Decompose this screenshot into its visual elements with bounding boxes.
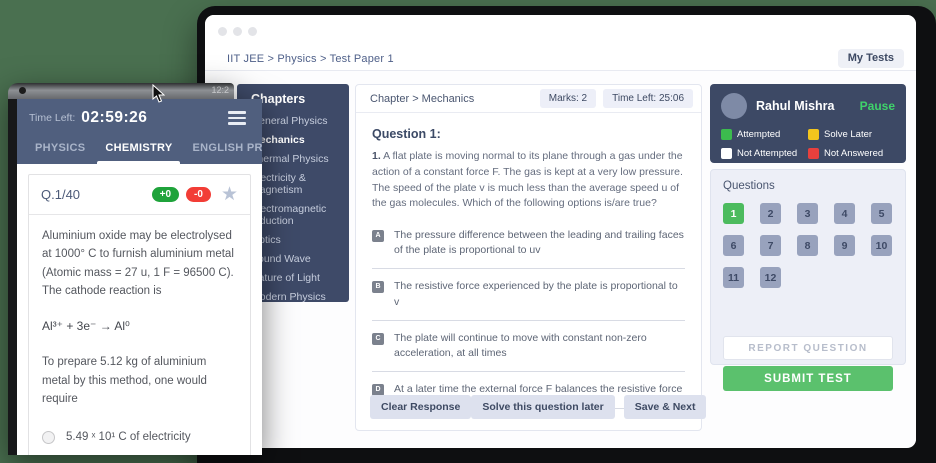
user-name: Rahul Mishra	[756, 99, 835, 113]
phone-question-header: Q.1/40 +0 -0 ★	[29, 175, 250, 215]
submit-test-button[interactable]: SUBMIT TEST	[723, 366, 893, 391]
phone-mockup: 12:2 Time Left: 02:59:26 PHYSICS CHEMIST…	[8, 83, 262, 455]
camera-icon	[19, 87, 26, 94]
question-cell-8[interactable]: 8	[797, 235, 818, 256]
question-text: 1. A flat plate is moving normal to its …	[372, 149, 685, 212]
cathode-reaction-formula: Al³⁺ + 3e⁻ → Al⁰	[29, 301, 250, 333]
question-cell-12[interactable]: 12	[760, 267, 781, 288]
browser-window-frame: IIT JEE > Physics > Test Paper 1 My Test…	[197, 6, 936, 463]
options-list: A The pressure difference between the le…	[372, 228, 685, 409]
sidebar-item-electromagnetic-induction[interactable]: Electromagnetic Induction	[251, 203, 343, 227]
legend-not-answered: Not Answered	[808, 148, 895, 159]
questions-panel-title: Questions	[723, 180, 893, 192]
right-panel: Rahul Mishra Pause Attempted Solve Later	[710, 84, 906, 365]
phone-body: Q.1/40 +0 -0 ★ Aluminium oxide may be el…	[17, 164, 262, 456]
divider	[372, 371, 685, 372]
window-titlebar	[205, 15, 916, 47]
window-dot-icon[interactable]	[233, 27, 242, 36]
option-c-badge: C	[372, 333, 384, 345]
legend-not-attempted: Not Attempted	[721, 148, 808, 159]
avatar	[721, 93, 747, 119]
sidebar-item-nature-of-light[interactable]: Nature of Light	[251, 272, 343, 284]
question-cell-10[interactable]: 10	[871, 235, 892, 256]
phone-header: Time Left: 02:59:26	[17, 99, 262, 130]
question-cell-11[interactable]: 11	[723, 267, 744, 288]
breadcrumb[interactable]: IIT JEE > Physics > Test Paper 1	[227, 53, 394, 65]
option-b[interactable]: B The resistive force experienced by the…	[372, 279, 685, 309]
not-attempted-swatch-icon	[721, 148, 732, 159]
phone-bezel: 12:2	[8, 83, 234, 99]
option-b-badge: B	[372, 281, 384, 293]
hamburger-menu-icon[interactable]	[228, 108, 246, 128]
browser-content: Chapters General Physics Mechanics Therm…	[205, 71, 916, 447]
time-left-label: Time Left:	[29, 112, 75, 124]
clear-response-button[interactable]: Clear Response	[370, 395, 471, 419]
question-cell-2[interactable]: 2	[760, 203, 781, 224]
solve-later-button[interactable]: Solve this question later	[471, 395, 614, 419]
minus-score-badge: -0	[186, 187, 211, 202]
phone-question-card: Q.1/40 +0 -0 ★ Aluminium oxide may be el…	[28, 174, 251, 456]
save-next-button[interactable]: Save & Next	[624, 395, 707, 419]
tab-physics[interactable]: PHYSICS	[25, 134, 95, 164]
legend-attempted: Attempted	[721, 129, 808, 140]
bookmark-star-icon[interactable]: ★	[221, 185, 238, 204]
phone-question-text-2: To prepare 5.12 kg of aluminium metal by…	[29, 333, 250, 409]
sidebar-item-optics[interactable]: Optics	[251, 234, 343, 246]
question-actions: Clear Response Solve this question later…	[370, 395, 687, 419]
question-cell-1[interactable]: 1	[723, 203, 744, 224]
question-title: Question 1:	[372, 127, 685, 141]
pause-button[interactable]: Pause	[860, 99, 895, 113]
not-answered-swatch-icon	[808, 148, 819, 159]
window-dot-icon[interactable]	[218, 27, 227, 36]
question-number: 1.	[372, 150, 381, 162]
attempted-swatch-icon	[721, 129, 732, 140]
time-left-badge: Time Left: 25:06	[603, 89, 693, 108]
phone-question-text: Aluminium oxide may be electrolysed at 1…	[29, 215, 250, 302]
tab-chemistry[interactable]: CHEMISTRY	[95, 134, 182, 164]
option-a[interactable]: A The pressure difference between the le…	[372, 228, 685, 258]
divider	[372, 268, 685, 269]
sidebar-item-general-physics[interactable]: General Physics	[251, 115, 343, 127]
timer-value: 02:59:26	[81, 109, 147, 127]
questions-grid: 1 2 3 4 5 6 7 8 9 10 11 12	[723, 203, 893, 288]
breadcrumb-bar: IIT JEE > Physics > Test Paper 1 My Test…	[205, 47, 916, 71]
mouse-cursor	[152, 84, 165, 108]
sidebar-item-mechanics[interactable]: Mechanics	[251, 134, 343, 146]
question-card-header: Chapter > Mechanics Marks: 2 Time Left: …	[356, 85, 701, 113]
question-cell-5[interactable]: 5	[871, 203, 892, 224]
plus-score-badge: +0	[152, 187, 179, 202]
phone-option-1[interactable]: 5.49 ˣ 10¹ C of electricity	[29, 409, 250, 444]
sidebar-title: Chapters	[251, 92, 343, 106]
marks-badge: Marks: 2	[540, 89, 596, 108]
divider	[372, 320, 685, 321]
phone-screen: Time Left: 02:59:26 PHYSICS CHEMISTRY EN…	[8, 99, 262, 455]
question-counter: Q.1/40	[41, 187, 80, 202]
browser-window: IIT JEE > Physics > Test Paper 1 My Test…	[205, 15, 916, 448]
sidebar-item-thermal-physics[interactable]: Thermal Physics	[251, 153, 343, 165]
question-cell-3[interactable]: 3	[797, 203, 818, 224]
legend-solve-later: Solve Later	[808, 129, 895, 140]
sidebar-item-modern-physics[interactable]: Modern Physics	[251, 291, 343, 302]
question-cell-4[interactable]: 4	[834, 203, 855, 224]
status-time: 12:2	[211, 85, 229, 95]
status-legend: Attempted Solve Later Not Attempted	[721, 129, 895, 159]
option-a-badge: A	[372, 230, 384, 242]
question-cell-7[interactable]: 7	[760, 235, 781, 256]
questions-panel: Questions 1 2 3 4 5 6 7 8 9 10 11 12	[710, 169, 906, 365]
question-cell-6[interactable]: 6	[723, 235, 744, 256]
tab-english-proficiency[interactable]: ENGLISH PROFICIENCY	[182, 134, 262, 164]
subject-tabs: PHYSICS CHEMISTRY ENGLISH PROFICIENCY	[17, 130, 262, 164]
radio-button-icon[interactable]	[42, 431, 55, 444]
sidebar-item-electricity-magnetism[interactable]: Electricity & Magnetism	[251, 172, 343, 196]
my-tests-button[interactable]: My Tests	[838, 49, 904, 68]
window-dot-icon[interactable]	[248, 27, 257, 36]
chapter-path: Chapter > Mechanics	[370, 93, 474, 105]
report-question-button[interactable]: REPORT QUESTION	[723, 336, 893, 360]
question-card: Chapter > Mechanics Marks: 2 Time Left: …	[355, 84, 702, 431]
option-c[interactable]: C The plate will continue to move with c…	[372, 331, 685, 361]
sidebar-item-sound-wave[interactable]: Sound Wave	[251, 253, 343, 265]
profile-card: Rahul Mishra Pause Attempted Solve Later	[710, 84, 906, 163]
question-cell-9[interactable]: 9	[834, 235, 855, 256]
solve-later-swatch-icon	[808, 129, 819, 140]
